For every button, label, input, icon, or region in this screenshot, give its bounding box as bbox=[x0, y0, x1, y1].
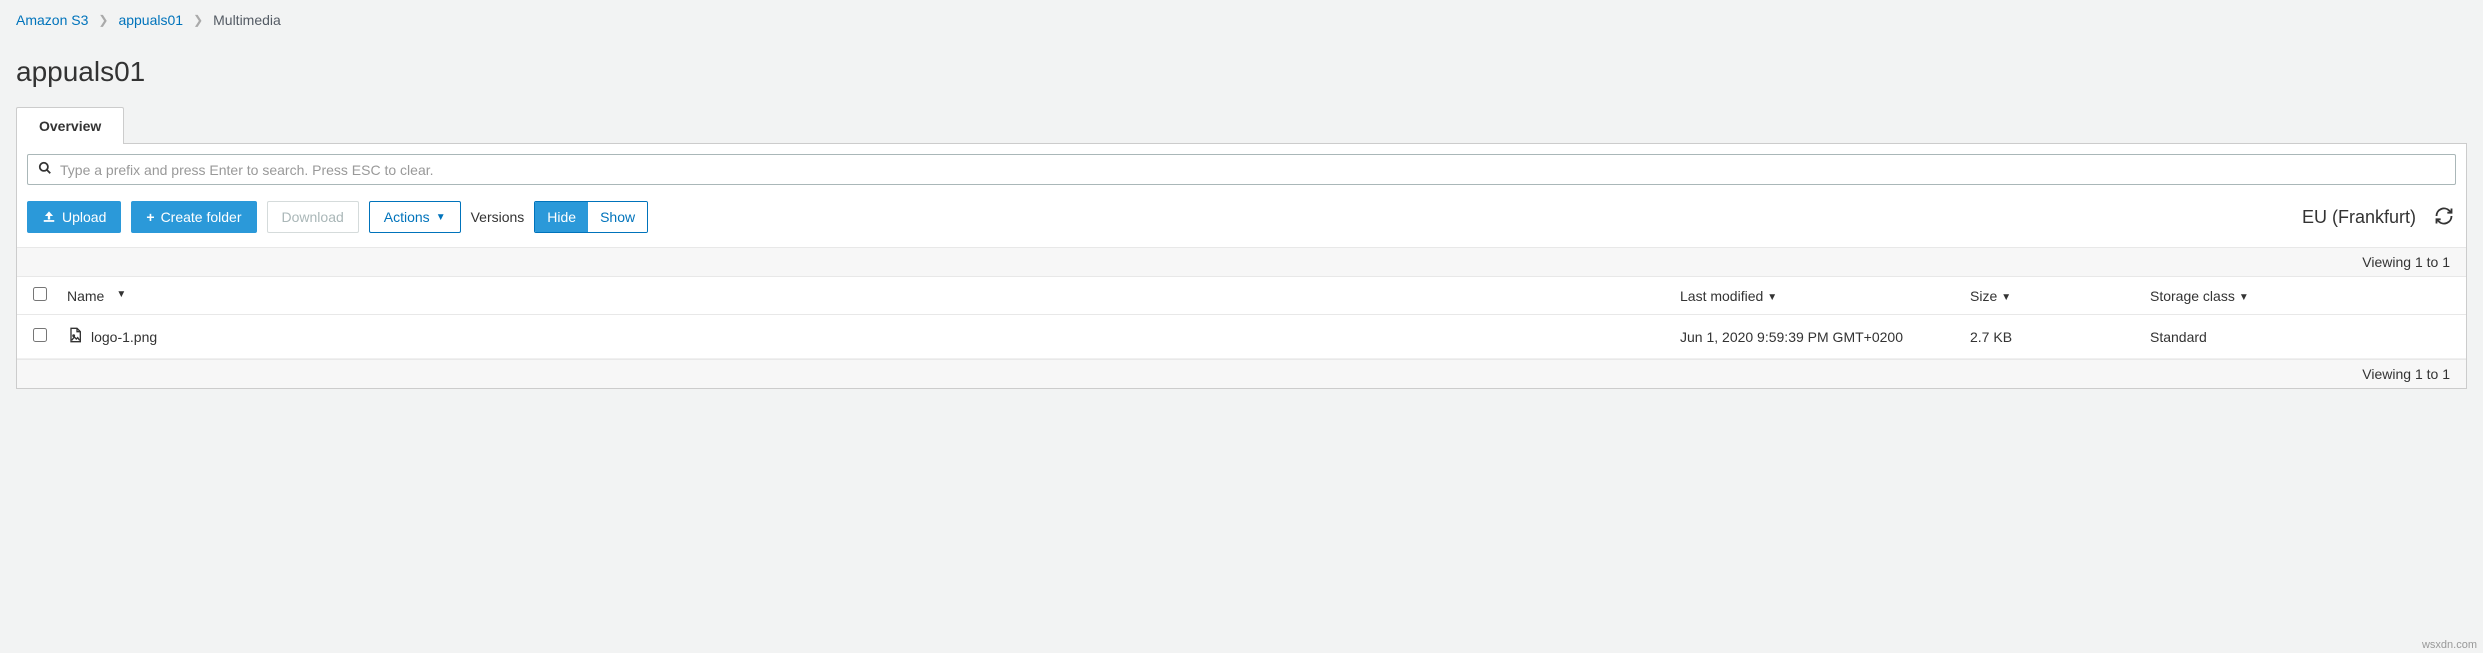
search-input-wrap[interactable] bbox=[27, 154, 2456, 185]
pager-top: Viewing 1 to 1 bbox=[17, 247, 2466, 277]
column-header-last-modified[interactable]: Last modified▼ bbox=[1680, 288, 1970, 304]
row-checkbox[interactable] bbox=[33, 328, 47, 342]
chevron-down-icon: ▼ bbox=[436, 212, 446, 223]
sort-caret-icon: ▼ bbox=[2239, 292, 2249, 303]
breadcrumb-current: Multimedia bbox=[213, 12, 281, 28]
versions-toggle[interactable]: Hide Show bbox=[534, 201, 648, 233]
upload-button[interactable]: Upload bbox=[27, 201, 121, 233]
table-header: Name▼ Last modified▼ Size▼ Storage class… bbox=[17, 277, 2466, 315]
breadcrumb-link-root[interactable]: Amazon S3 bbox=[16, 12, 88, 28]
file-image-icon bbox=[67, 327, 83, 346]
actions-dropdown[interactable]: Actions ▼ bbox=[369, 201, 461, 233]
actions-label: Actions bbox=[384, 209, 430, 225]
object-name-link[interactable]: logo-1.png bbox=[91, 329, 157, 345]
versions-show-option[interactable]: Show bbox=[588, 202, 647, 232]
main-panel: Upload + Create folder Download Actions … bbox=[16, 144, 2467, 389]
search-icon bbox=[38, 161, 52, 178]
pager-bottom: Viewing 1 to 1 bbox=[17, 359, 2466, 388]
cell-storage-class: Standard bbox=[2150, 329, 2450, 345]
versions-hide-option[interactable]: Hide bbox=[535, 202, 588, 232]
versions-label: Versions bbox=[471, 209, 525, 225]
chevron-right-icon: ❯ bbox=[193, 13, 203, 27]
column-header-name[interactable]: Name▼ bbox=[67, 288, 1680, 304]
chevron-right-icon: ❯ bbox=[98, 13, 108, 27]
plus-icon: + bbox=[146, 209, 154, 225]
create-folder-button[interactable]: + Create folder bbox=[131, 201, 256, 233]
tabs: Overview bbox=[16, 106, 2467, 144]
tab-overview[interactable]: Overview bbox=[16, 107, 124, 144]
sort-caret-icon: ▼ bbox=[1767, 292, 1777, 303]
upload-label: Upload bbox=[62, 209, 106, 225]
column-header-size[interactable]: Size▼ bbox=[1970, 288, 2150, 304]
object-table: Name▼ Last modified▼ Size▼ Storage class… bbox=[17, 277, 2466, 359]
download-label: Download bbox=[282, 209, 344, 225]
breadcrumb-link-bucket[interactable]: appuals01 bbox=[118, 12, 183, 28]
watermark: wsxdn.com bbox=[2422, 639, 2477, 651]
column-header-storage-class[interactable]: Storage class▼ bbox=[2150, 288, 2450, 304]
breadcrumb: Amazon S3 ❯ appuals01 ❯ Multimedia bbox=[0, 0, 2483, 40]
refresh-button[interactable] bbox=[2434, 206, 2456, 228]
download-button: Download bbox=[267, 201, 359, 233]
region-label: EU (Frankfurt) bbox=[2302, 207, 2416, 228]
upload-icon bbox=[42, 209, 56, 225]
table-row: logo-1.png Jun 1, 2020 9:59:39 PM GMT+02… bbox=[17, 315, 2466, 359]
select-all-checkbox[interactable] bbox=[33, 287, 47, 301]
sort-caret-icon: ▼ bbox=[2001, 292, 2011, 303]
create-folder-label: Create folder bbox=[161, 209, 242, 225]
cell-size: 2.7 KB bbox=[1970, 329, 2150, 345]
cell-last-modified: Jun 1, 2020 9:59:39 PM GMT+0200 bbox=[1680, 329, 1970, 345]
search-input[interactable] bbox=[60, 162, 2445, 178]
sort-caret-icon: ▼ bbox=[116, 289, 126, 300]
page-title: appuals01 bbox=[16, 56, 2467, 88]
toolbar: Upload + Create folder Download Actions … bbox=[17, 195, 2466, 247]
